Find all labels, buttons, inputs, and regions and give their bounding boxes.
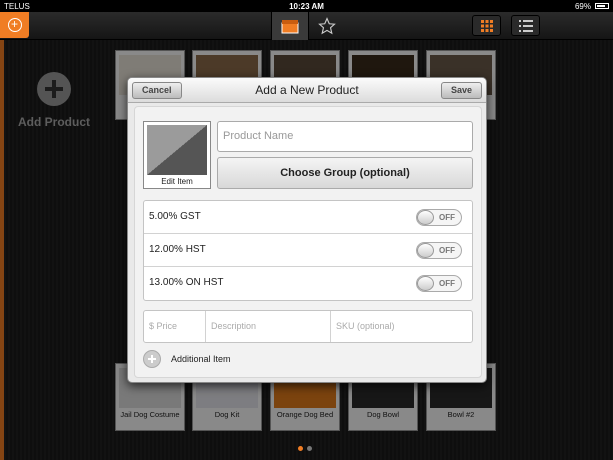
toggle-knob: [417, 276, 434, 291]
tab-products[interactable]: [271, 12, 308, 40]
sku-input[interactable]: SKU (optional): [331, 311, 472, 342]
price-input[interactable]: $ Price: [144, 311, 206, 342]
tax-toggle[interactable]: OFF: [416, 275, 462, 292]
product-image-button[interactable]: Edit Item: [143, 121, 211, 189]
tax-name: 13.00% ON HST: [149, 277, 224, 288]
box-icon: [281, 20, 299, 34]
cancel-button[interactable]: Cancel: [132, 82, 182, 99]
tax-row: 5.00% GST OFF: [144, 201, 472, 234]
tax-row: 12.00% HST OFF: [144, 234, 472, 267]
clock: 10:23 AM: [289, 1, 324, 11]
star-icon: [318, 17, 336, 35]
list-icon: [518, 19, 533, 32]
add-menu-button[interactable]: +: [0, 12, 29, 38]
modal-body: Edit Item Product Name Choose Group (opt…: [134, 106, 482, 378]
modal-header: Cancel Add a New Product Save: [128, 78, 486, 103]
page-dot: [298, 446, 303, 451]
tab-favorites[interactable]: [308, 12, 345, 40]
center-tabs: [271, 12, 345, 40]
tax-toggle[interactable]: OFF: [416, 242, 462, 259]
grid-view-button[interactable]: [472, 15, 501, 36]
item-row: $ Price Description SKU (optional): [143, 310, 473, 343]
additional-item-button[interactable]: Additional Item: [143, 350, 231, 368]
page-dot: [307, 446, 312, 451]
status-bar: TELUS 10:23 AM 69%: [0, 0, 613, 12]
toggle-knob: [417, 243, 434, 258]
tax-row: 13.00% ON HST OFF: [144, 267, 472, 300]
tax-toggle[interactable]: OFF: [416, 209, 462, 226]
grid-icon: [480, 19, 493, 32]
toggle-knob: [417, 210, 434, 225]
toggle-state: OFF: [439, 213, 455, 222]
additional-item-label: Additional Item: [171, 354, 231, 364]
choose-group-button[interactable]: Choose Group (optional): [217, 157, 473, 189]
toggle-state: OFF: [439, 246, 455, 255]
modal-title: Add a New Product: [255, 83, 359, 97]
add-product-modal: Cancel Add a New Product Save Edit Item …: [127, 77, 487, 383]
tax-name: 5.00% GST: [149, 211, 201, 222]
tax-list: 5.00% GST OFF 12.00% HST OFF 13.00% ON H…: [143, 200, 473, 301]
toggle-state: OFF: [439, 279, 455, 288]
save-button[interactable]: Save: [440, 82, 482, 99]
top-toolbar: +: [0, 12, 613, 40]
battery-icon: [595, 3, 609, 9]
page-indicator[interactable]: [298, 446, 312, 451]
description-input[interactable]: Description: [206, 311, 331, 342]
product-name-input[interactable]: Product Name: [217, 121, 473, 152]
image-placeholder: [147, 125, 207, 175]
list-view-button[interactable]: [511, 15, 540, 36]
plus-icon: [143, 350, 161, 368]
tax-name: 12.00% HST: [149, 244, 206, 255]
plus-icon: +: [7, 18, 22, 32]
edit-item-label: Edit Item: [161, 177, 193, 186]
